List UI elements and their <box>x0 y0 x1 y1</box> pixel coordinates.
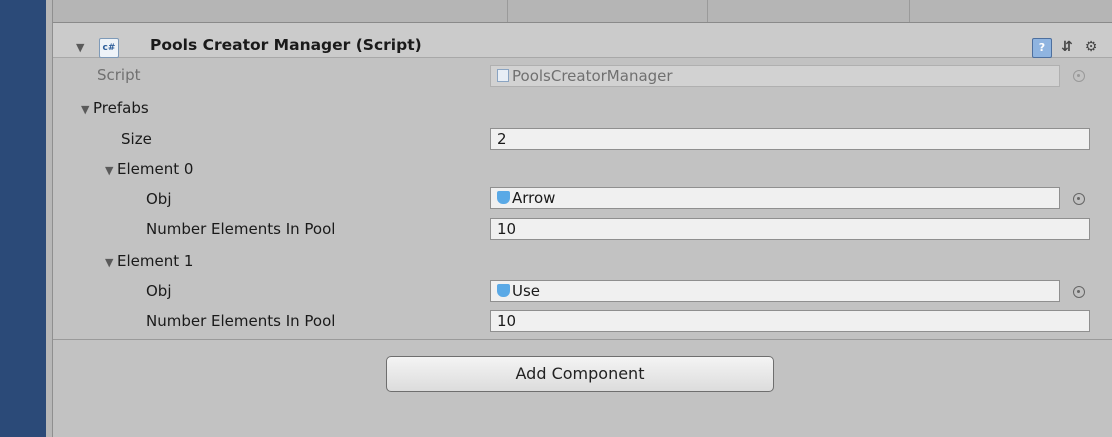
sliders-icon[interactable]: ⇵ <box>1058 38 1076 56</box>
element-0-label[interactable]: Element 0 <box>117 160 193 178</box>
cube-icon <box>497 191 510 204</box>
element-0-count-label: Number Elements In Pool <box>146 220 336 238</box>
element-0-obj-field[interactable]: Arrow <box>490 187 1060 209</box>
prefabs-foldout-icon[interactable]: ▼ <box>81 103 89 116</box>
csharp-script-icon <box>497 69 509 82</box>
script-field: PoolsCreatorManager <box>490 65 1060 87</box>
component-title: Pools Creator Manager (Script) <box>150 36 422 54</box>
element-1-obj-field[interactable]: Use <box>490 280 1060 302</box>
object-picker-icon[interactable] <box>1073 286 1085 298</box>
strip-divider <box>507 0 508 22</box>
element-0-foldout-icon[interactable]: ▼ <box>105 164 113 177</box>
component-foldout-icon[interactable]: ▼ <box>76 41 84 54</box>
strip-divider <box>909 0 910 22</box>
size-input[interactable]: 2 <box>490 128 1090 150</box>
left-panel-edge <box>0 0 46 437</box>
strip-divider <box>707 0 708 22</box>
element-0-count-input[interactable]: 10 <box>490 218 1090 240</box>
element-1-count-input[interactable]: 10 <box>490 310 1090 332</box>
object-picker-icon <box>1073 70 1085 82</box>
divider <box>53 339 1112 340</box>
inspector-border <box>46 0 53 437</box>
element-1-obj-value: Use <box>512 282 541 300</box>
element-1-count-label: Number Elements In Pool <box>146 312 336 330</box>
element-0-obj-value: Arrow <box>512 189 556 207</box>
book-help-icon[interactable]: ? <box>1032 38 1052 58</box>
gear-icon[interactable]: ⚙ <box>1082 38 1100 56</box>
size-label: Size <box>121 130 152 148</box>
add-component-button[interactable]: Add Component <box>386 356 774 392</box>
element-1-foldout-icon[interactable]: ▼ <box>105 256 113 269</box>
csharp-script-icon: c# <box>99 38 119 58</box>
prefabs-label[interactable]: Prefabs <box>93 99 149 117</box>
element-1-obj-label: Obj <box>146 282 172 300</box>
object-picker-icon[interactable] <box>1073 193 1085 205</box>
script-label: Script <box>97 66 141 84</box>
script-value: PoolsCreatorManager <box>512 67 673 85</box>
element-1-label[interactable]: Element 1 <box>117 252 193 270</box>
previous-component-strip <box>53 0 1112 23</box>
cube-icon <box>497 284 510 297</box>
element-0-obj-label: Obj <box>146 190 172 208</box>
